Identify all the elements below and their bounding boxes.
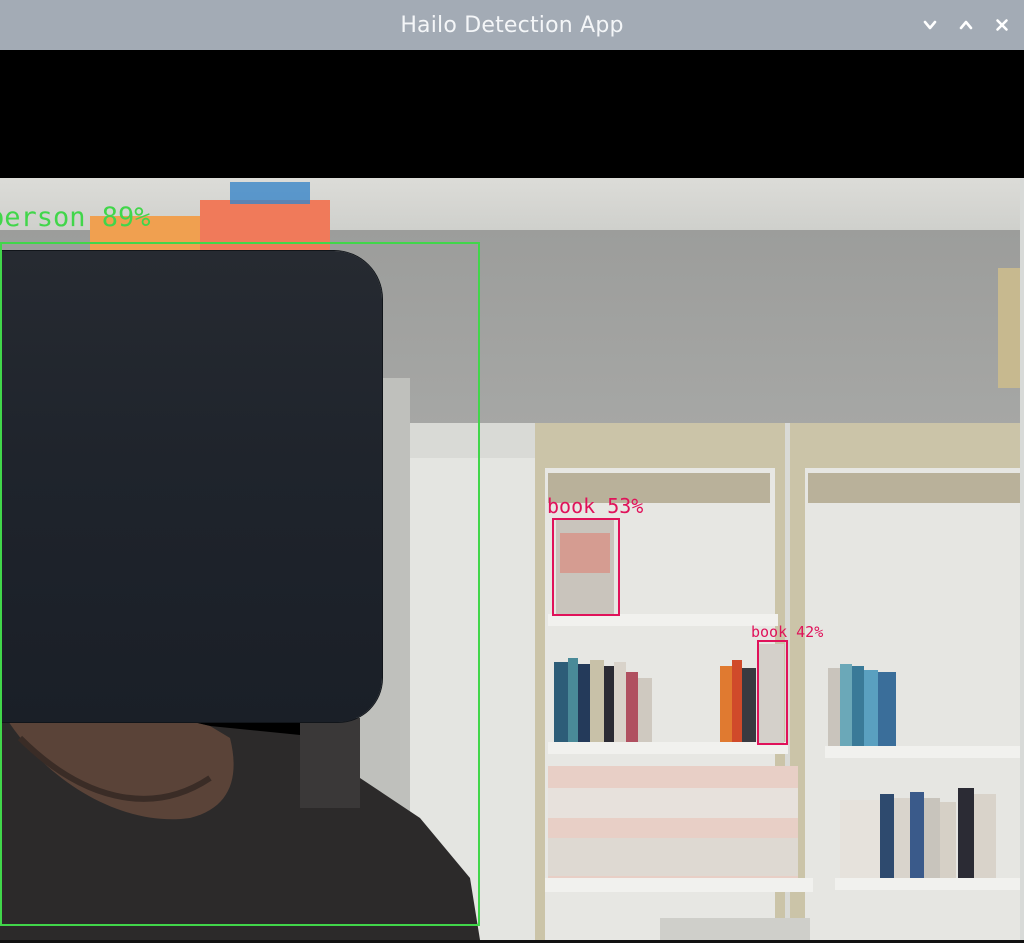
maximize-button[interactable] bbox=[954, 13, 978, 37]
detection-label-person: person 89% bbox=[0, 202, 151, 233]
minimize-button[interactable] bbox=[918, 13, 942, 37]
window-border-right bbox=[1020, 178, 1024, 943]
letterbox-top bbox=[0, 50, 1024, 178]
close-icon bbox=[996, 19, 1008, 31]
window-title: Hailo Detection App bbox=[400, 12, 624, 38]
detection-box-person bbox=[0, 242, 480, 926]
title-bar: Hailo Detection App bbox=[0, 0, 1024, 50]
detection-label-book: book 42% bbox=[751, 623, 824, 641]
detection-box-book bbox=[552, 518, 620, 616]
close-button[interactable] bbox=[990, 13, 1014, 37]
chevron-down-icon bbox=[923, 20, 937, 30]
chevron-up-icon bbox=[959, 20, 973, 30]
camera-feed: person 89% book 53% book 42% bbox=[0, 178, 1020, 940]
window-controls bbox=[918, 0, 1014, 50]
detection-label-book: book 53% bbox=[547, 494, 644, 518]
detection-box-book bbox=[757, 640, 788, 745]
